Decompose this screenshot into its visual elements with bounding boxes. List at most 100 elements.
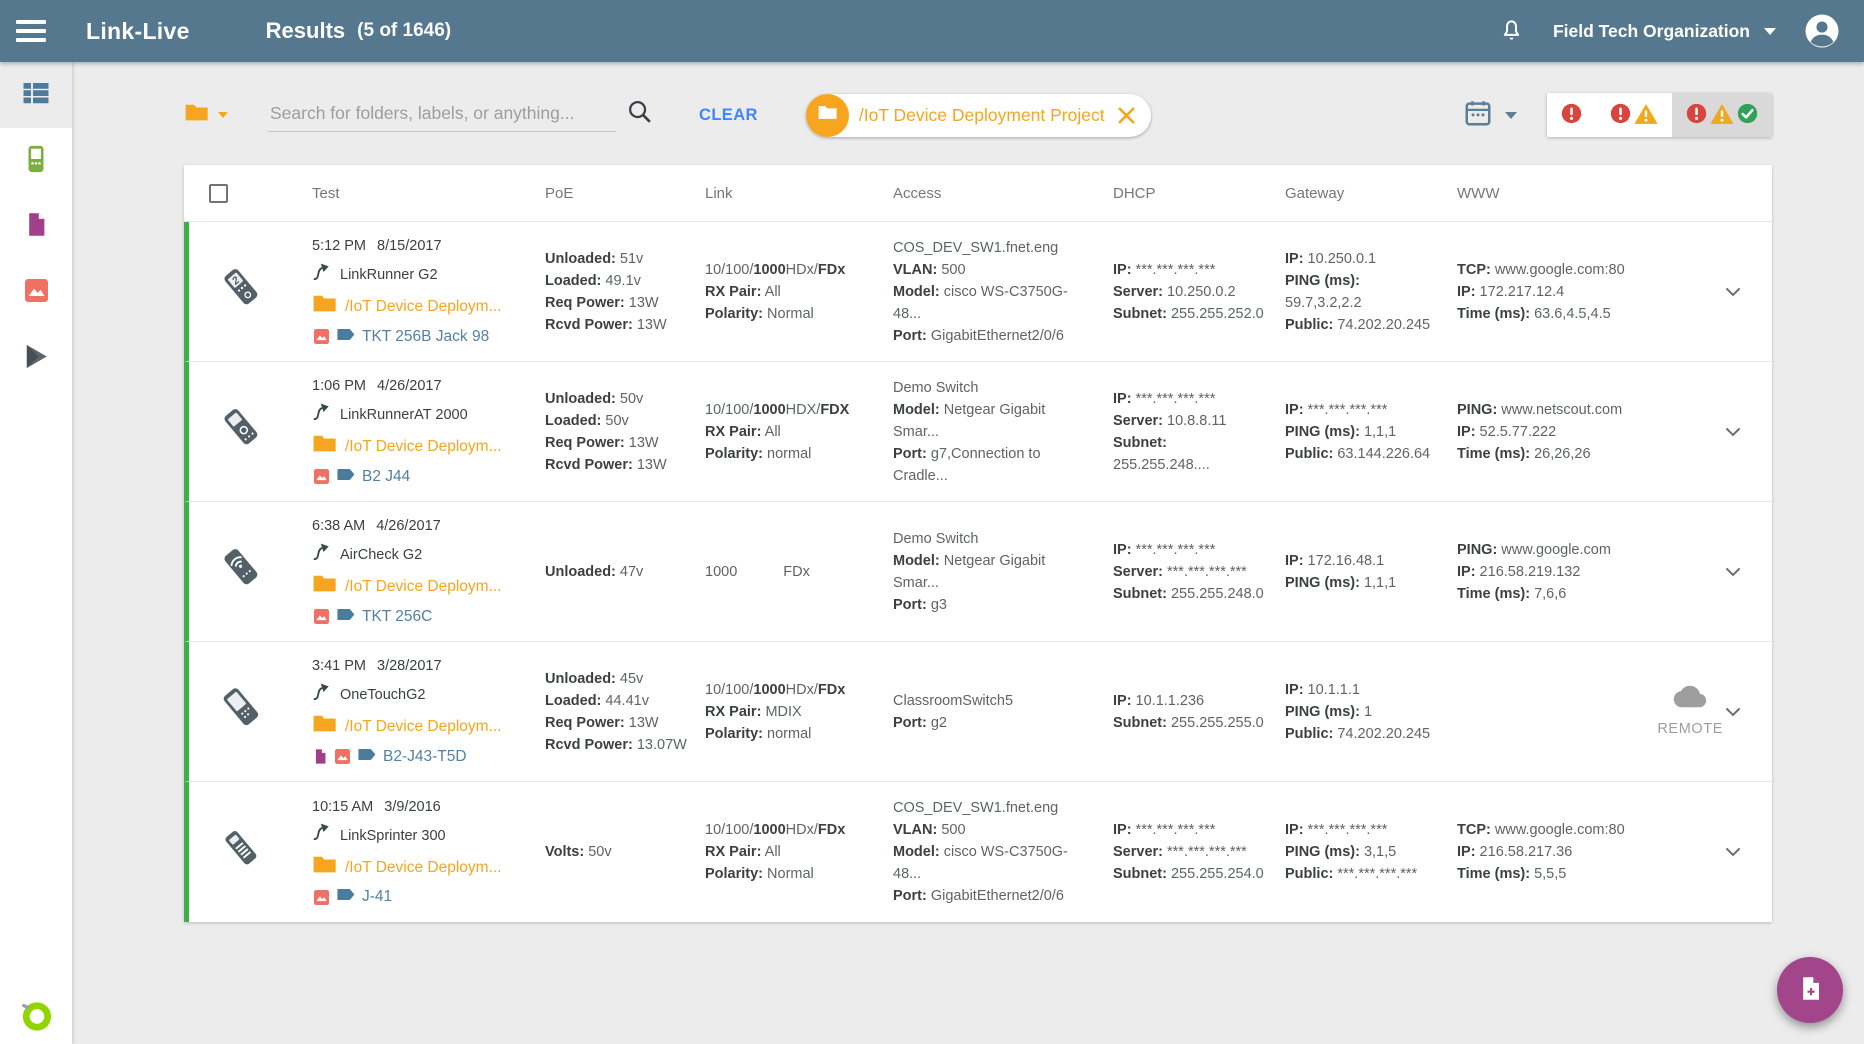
error-icon — [1686, 103, 1707, 127]
linkrunner-g2-device-icon: 2 — [215, 261, 269, 322]
column-header-www[interactable]: WWW — [1439, 185, 1689, 202]
link-cell: 1000 FDx — [705, 563, 810, 580]
tag-icon — [337, 606, 356, 628]
filter-all-statuses-button[interactable] — [1672, 93, 1772, 137]
folder-link[interactable]: /IoT Device Deploym... — [312, 713, 527, 741]
test-cell: 5:12 PM 8/15/2017 LinkRunner G2 /IoT Devi… — [294, 222, 527, 361]
gateway-cell: IP: 10.250.0.1 PING (ms): 59.7,3.2,2.2 Pub… — [1285, 250, 1431, 333]
link-cell: 10/100/1000HDx/FDx RX Pair: All Polarity: … — [705, 822, 846, 882]
sidebar-item-photos[interactable] — [0, 260, 72, 326]
poe-cell: Unloaded: 47v — [545, 563, 644, 580]
table-row[interactable]: 2 5:12 PM 8/15/2017 LinkRunner G2 /IoT De… — [184, 222, 1772, 362]
folder-link[interactable]: /IoT Device Deploym... — [312, 433, 527, 461]
table-row[interactable]: 3:41 PM 3/28/2017 OneTouchG2 /IoT Device … — [184, 642, 1772, 782]
select-all-checkbox[interactable] — [209, 183, 228, 203]
access-cell: ClassroomSwitch5 Port: g2 — [893, 692, 1014, 731]
gateway-cell: IP: ***.***.***.*** PING (ms): 3,1,5 Publi… — [1285, 822, 1418, 882]
image-icon — [22, 276, 51, 310]
folder-icon — [312, 433, 337, 461]
tag-icon — [337, 466, 356, 488]
label-link[interactable]: TKT 256C — [312, 606, 527, 628]
column-header-link[interactable]: Link — [687, 185, 875, 202]
image-icon — [312, 327, 331, 346]
new-document-icon — [1797, 975, 1824, 1005]
cable-icon — [312, 262, 332, 289]
close-icon[interactable] — [1115, 104, 1138, 127]
label-link[interactable]: J-41 — [312, 886, 527, 908]
www-cell: REMOTE — [1439, 642, 1722, 781]
page-title: Results — [265, 18, 346, 43]
expand-chevron-icon[interactable] — [1721, 420, 1745, 444]
results-count: (5 of 1646) — [357, 20, 452, 41]
expand-chevron-icon[interactable] — [1721, 700, 1745, 724]
chevron-down-icon — [1764, 27, 1776, 35]
menu-icon[interactable] — [16, 20, 46, 42]
access-cell: COS_DEV_SW1.fnet.eng VLAN: 500 Model: cisc… — [893, 800, 1068, 904]
device-name-line: AirCheck G2 — [312, 542, 527, 569]
table-list-icon — [21, 78, 51, 113]
access-cell: Demo Switch Model: Netgear Gigabit Smar..… — [893, 530, 1046, 613]
test-timestamp: 1:06 PM 4/26/2017 — [312, 378, 442, 395]
search-icon[interactable] — [626, 98, 653, 130]
table-body: 2 5:12 PM 8/15/2017 LinkRunner G2 /IoT De… — [184, 222, 1772, 922]
sidebar-item-app-store[interactable] — [0, 326, 72, 392]
label-link[interactable]: B2 J44 — [312, 466, 527, 488]
handheld-device-icon — [21, 144, 51, 179]
access-cell: COS_DEV_SW1.fnet.eng VLAN: 500 Model: cisc… — [893, 239, 1068, 344]
image-icon — [312, 888, 331, 907]
folder-link[interactable]: /IoT Device Deploym... — [312, 573, 527, 601]
folder-filter-dropdown[interactable] — [184, 102, 228, 128]
folder-icon — [312, 293, 337, 321]
poe-cell: Volts: 50v — [545, 844, 612, 860]
table-row[interactable]: 6:38 AM 4/26/2017 AirCheck G2 /IoT Device… — [184, 502, 1772, 642]
sidebar-item-reports[interactable] — [0, 194, 72, 260]
dhcp-cell: IP: ***.***.***.*** Server: 10.250.0.2 Sub… — [1113, 261, 1264, 322]
expand-chevron-icon[interactable] — [1721, 840, 1745, 864]
notifications-bell-icon[interactable] — [1498, 18, 1525, 45]
gateway-cell: IP: 172.16.48.1 PING (ms): 1,1,1 — [1285, 552, 1397, 591]
org-selector[interactable]: Field Tech Organization — [1553, 21, 1776, 42]
filter-errors-button[interactable] — [1547, 93, 1596, 137]
status-filter-group — [1547, 93, 1772, 137]
device-name-line: OneTouchG2 — [312, 682, 527, 709]
column-header-dhcp[interactable]: DHCP — [1095, 185, 1267, 202]
chevron-down-icon — [1505, 111, 1517, 119]
warning-icon — [1710, 103, 1734, 128]
test-cell: 1:06 PM 4/26/2017 LinkRunnerAT 2000 /IoT … — [294, 362, 527, 501]
warning-icon — [1634, 103, 1658, 128]
access-cell: Demo Switch Model: Netgear Gigabit Smar..… — [893, 379, 1046, 484]
folder-filter-chip[interactable]: /IoT Device Deployment Project — [805, 93, 1151, 137]
column-header-access[interactable]: Access — [875, 185, 1095, 202]
cable-icon — [312, 542, 332, 569]
chevron-down-icon — [218, 112, 228, 118]
document-icon — [23, 211, 50, 243]
device-name: AirCheck G2 — [340, 547, 423, 564]
filter-errors-warnings-button[interactable] — [1596, 93, 1672, 137]
column-header-test[interactable]: Test — [294, 185, 527, 202]
sidebar-item-units[interactable] — [0, 128, 72, 194]
expand-chevron-icon[interactable] — [1721, 560, 1745, 584]
label-link[interactable]: B2-J43-T5D — [312, 746, 527, 768]
column-header-gateway[interactable]: Gateway — [1267, 185, 1439, 202]
table-row[interactable]: 10:15 AM 3/9/2016 LinkSprinter 300 /IoT D… — [184, 782, 1772, 922]
tag-icon — [358, 746, 377, 768]
link-cell: 10/100/1000HDx/FDx RX Pair: MDIX Polarity:… — [705, 681, 846, 742]
table-row[interactable]: 1:06 PM 4/26/2017 LinkRunnerAT 2000 /IoT … — [184, 362, 1772, 502]
folder-link[interactable]: /IoT Device Deploym... — [312, 293, 527, 321]
sidebar-item-results[interactable] — [0, 62, 72, 128]
folder-icon — [312, 573, 337, 601]
column-header-poe[interactable]: PoE — [527, 185, 687, 202]
device-name: LinkSprinter 300 — [340, 827, 446, 844]
search-input[interactable] — [268, 99, 616, 132]
device-name: LinkRunnerAT 2000 — [340, 407, 468, 424]
add-result-fab[interactable] — [1777, 957, 1843, 1023]
account-avatar-icon[interactable] — [1804, 13, 1840, 49]
chip-label: /IoT Device Deployment Project — [858, 104, 1105, 125]
expand-chevron-icon[interactable] — [1721, 280, 1745, 304]
date-filter-dropdown[interactable] — [1463, 98, 1517, 133]
test-timestamp: 6:38 AM 4/26/2017 — [312, 518, 441, 535]
folder-link[interactable]: /IoT Device Deploym... — [312, 854, 527, 882]
label-link[interactable]: TKT 256B Jack 98 — [312, 326, 527, 348]
clear-filters-button[interactable]: CLEAR — [699, 106, 758, 125]
test-cell: 6:38 AM 4/26/2017 AirCheck G2 /IoT Device… — [294, 502, 527, 641]
